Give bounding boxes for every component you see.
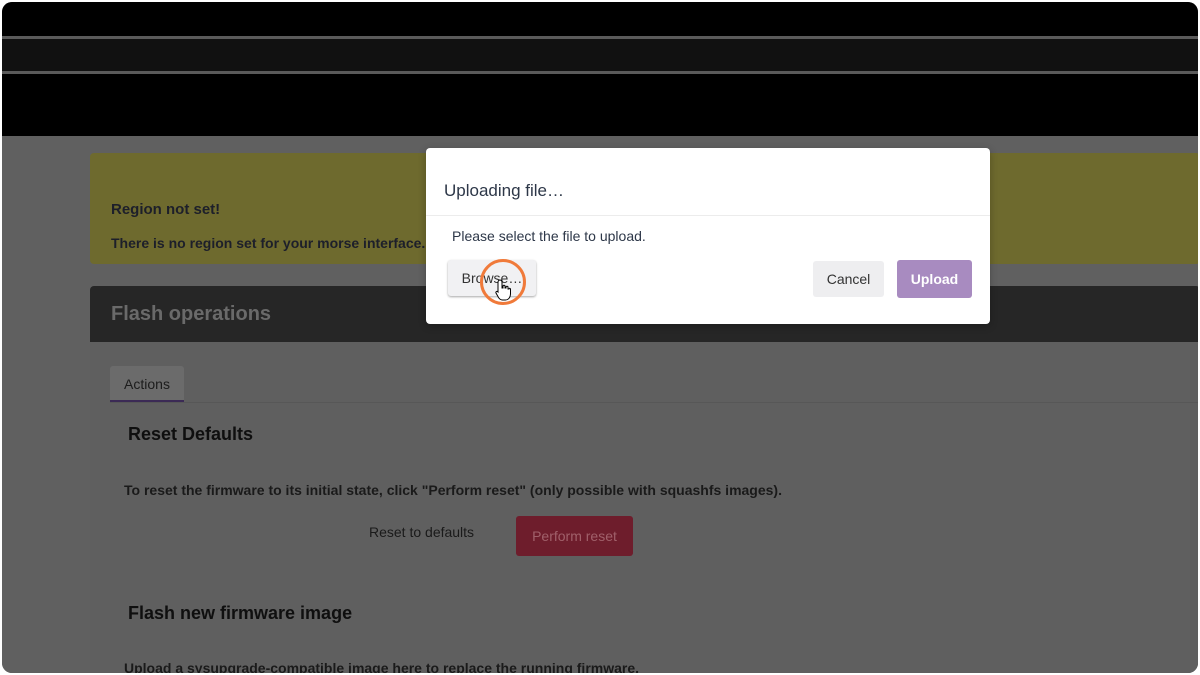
section-title: Flash operations: [111, 303, 272, 325]
header-strip: [2, 39, 1198, 71]
modal-divider: [426, 215, 990, 216]
header-bar: [2, 2, 1198, 136]
modal-title: Uploading file…: [444, 181, 565, 200]
modal-message: Please select the file to upload.: [452, 228, 646, 244]
flash-firmware-heading: Flash new firmware image: [128, 603, 353, 623]
tab-actions[interactable]: Actions: [110, 366, 184, 402]
cancel-button[interactable]: Cancel: [813, 261, 884, 297]
reset-to-defaults-label: Reset to defaults: [369, 524, 475, 540]
browse-button[interactable]: Browse…: [448, 260, 536, 296]
perform-reset-button[interactable]: Perform reset: [516, 516, 633, 556]
alert-title: Region not set!: [111, 201, 221, 218]
upload-button[interactable]: Upload: [897, 260, 972, 298]
tab-divider: [110, 402, 1198, 403]
reset-defaults-heading: Reset Defaults: [128, 424, 254, 444]
header-divider: [2, 71, 1198, 74]
flash-operations-body: Actions Reset Defaults To reset the firm…: [90, 342, 1198, 673]
flash-description: Upload a sysupgrade-compatible image her…: [124, 660, 640, 673]
reset-description: To reset the firmware to its initial sta…: [124, 482, 782, 498]
alert-message: There is no region set for your morse in…: [111, 235, 439, 251]
browser-frame: Region not set! There is no region set f…: [2, 2, 1198, 673]
upload-modal: Uploading file… Please select the file t…: [426, 148, 990, 324]
